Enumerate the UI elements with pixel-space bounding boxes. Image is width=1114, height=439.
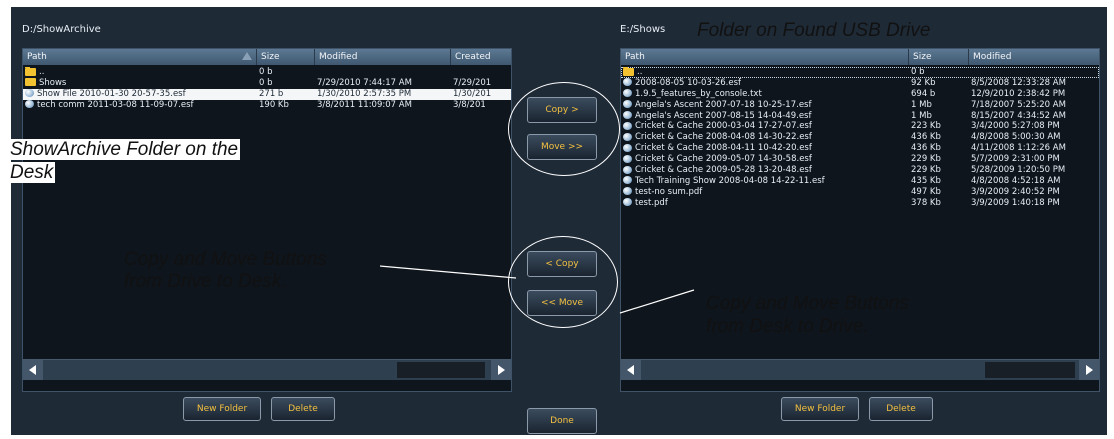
drive-to-desk-annotation-line1: Copy and Move Buttons [124, 249, 327, 270]
callout-line-to-drive [619, 289, 695, 314]
callout-lines [379, 265, 695, 314]
desk-to-drive-annotation-line2: from Desk to Drive. [706, 316, 869, 337]
drive-to-desk-annotation-line2: from Drive to Desk. [124, 271, 287, 292]
desk-folder-annotation-line1: ShowArchive Folder on the [8, 139, 241, 160]
desk-to-drive-annotation-line1: Copy and Move Buttons [706, 293, 909, 314]
usb-folder-annotation: Folder on Found USB Drive [697, 20, 931, 41]
callout-line-to-desk [379, 265, 517, 279]
desk-folder-annotation-line2: Desk [8, 162, 56, 183]
